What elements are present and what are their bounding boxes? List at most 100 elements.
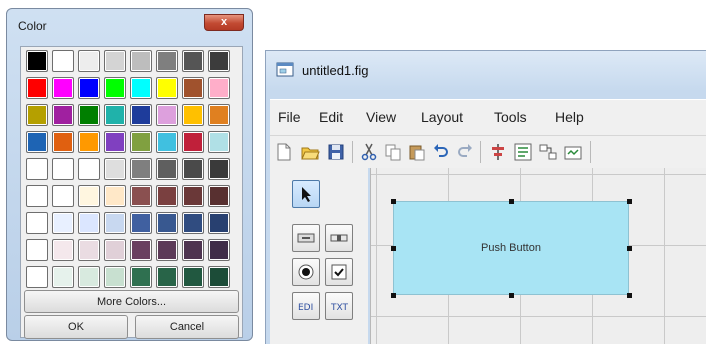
color-swatch[interactable] — [52, 266, 74, 288]
menu-tools[interactable]: Tools — [494, 109, 527, 125]
color-swatch[interactable] — [52, 104, 74, 126]
color-swatch[interactable] — [208, 50, 230, 72]
color-swatch[interactable] — [156, 212, 178, 234]
push-button-tool[interactable] — [292, 224, 320, 252]
copy-icon[interactable] — [383, 142, 403, 162]
menu-help[interactable]: Help — [555, 109, 584, 125]
menu-view[interactable]: View — [366, 109, 396, 125]
color-swatch[interactable] — [208, 239, 230, 261]
color-swatch[interactable] — [130, 185, 152, 207]
color-swatch[interactable] — [208, 185, 230, 207]
color-swatch[interactable] — [26, 212, 48, 234]
color-swatch[interactable] — [52, 50, 74, 72]
resize-handle[interactable] — [627, 246, 632, 251]
color-swatch[interactable] — [182, 212, 204, 234]
color-swatch[interactable] — [26, 104, 48, 126]
slider-tool[interactable] — [325, 224, 353, 252]
color-swatch[interactable] — [104, 158, 126, 180]
color-swatch[interactable] — [208, 212, 230, 234]
color-swatch[interactable] — [208, 266, 230, 288]
color-swatch[interactable] — [182, 185, 204, 207]
radio-button-tool[interactable] — [292, 258, 320, 286]
color-swatch[interactable] — [26, 266, 48, 288]
color-swatch[interactable] — [182, 50, 204, 72]
color-swatch[interactable] — [208, 77, 230, 99]
color-swatch[interactable] — [208, 104, 230, 126]
color-swatch[interactable] — [130, 266, 152, 288]
menu-file[interactable]: File — [278, 109, 301, 125]
color-swatch[interactable] — [104, 77, 126, 99]
color-swatch[interactable] — [26, 77, 48, 99]
resize-handle[interactable] — [509, 293, 514, 298]
color-swatch[interactable] — [104, 104, 126, 126]
color-swatch[interactable] — [156, 131, 178, 153]
color-swatch[interactable] — [78, 50, 100, 72]
color-swatch[interactable] — [104, 185, 126, 207]
color-swatch[interactable] — [26, 50, 48, 72]
color-swatch[interactable] — [78, 185, 100, 207]
color-swatch[interactable] — [104, 266, 126, 288]
color-swatch[interactable] — [78, 212, 100, 234]
window-titlebar[interactable]: untitled1.fig — [266, 51, 706, 85]
color-swatch[interactable] — [52, 239, 74, 261]
color-swatch[interactable] — [156, 50, 178, 72]
align-icon[interactable] — [488, 142, 508, 162]
select-tool-button[interactable] — [292, 180, 320, 208]
tab-order-icon[interactable] — [538, 142, 558, 162]
menu-editor-icon[interactable] — [513, 142, 533, 162]
resize-handle[interactable] — [391, 199, 396, 204]
color-swatch[interactable] — [130, 239, 152, 261]
push-button-component[interactable]: Push Button — [393, 201, 629, 295]
redo-icon[interactable] — [455, 142, 475, 162]
color-swatch[interactable] — [130, 104, 152, 126]
resize-handle[interactable] — [391, 293, 396, 298]
toolbar-editor-icon[interactable] — [563, 142, 583, 162]
open-folder-icon[interactable] — [300, 142, 320, 162]
color-swatch[interactable] — [208, 131, 230, 153]
color-swatch[interactable] — [130, 212, 152, 234]
save-icon[interactable] — [326, 142, 346, 162]
color-swatch[interactable] — [130, 131, 152, 153]
color-swatch[interactable] — [156, 104, 178, 126]
color-swatch[interactable] — [156, 77, 178, 99]
color-swatch[interactable] — [130, 77, 152, 99]
color-swatch[interactable] — [26, 239, 48, 261]
cut-icon[interactable] — [359, 142, 379, 162]
static-text-tool[interactable]: TXT — [325, 292, 353, 320]
color-swatch[interactable] — [182, 104, 204, 126]
color-swatch[interactable] — [52, 131, 74, 153]
new-file-icon[interactable] — [274, 142, 294, 162]
color-swatch[interactable] — [130, 158, 152, 180]
resize-handle[interactable] — [391, 246, 396, 251]
color-swatch[interactable] — [182, 77, 204, 99]
resize-handle[interactable] — [627, 293, 632, 298]
color-swatch[interactable] — [104, 50, 126, 72]
color-swatch[interactable] — [208, 158, 230, 180]
paste-icon[interactable] — [407, 142, 427, 162]
resize-handle[interactable] — [509, 199, 514, 204]
color-swatch[interactable] — [52, 185, 74, 207]
color-swatch[interactable] — [78, 266, 100, 288]
color-swatch[interactable] — [52, 77, 74, 99]
color-swatch[interactable] — [78, 158, 100, 180]
checkbox-tool[interactable] — [325, 258, 353, 286]
color-swatch[interactable] — [182, 239, 204, 261]
color-swatch[interactable] — [104, 131, 126, 153]
color-swatch[interactable] — [156, 158, 178, 180]
ok-button[interactable]: OK — [24, 315, 128, 339]
color-swatch[interactable] — [78, 131, 100, 153]
cancel-button[interactable]: Cancel — [135, 315, 239, 339]
color-swatch[interactable] — [104, 212, 126, 234]
color-swatch[interactable] — [182, 266, 204, 288]
color-swatch[interactable] — [156, 185, 178, 207]
color-swatch[interactable] — [26, 185, 48, 207]
color-swatch[interactable] — [52, 212, 74, 234]
color-swatch[interactable] — [182, 158, 204, 180]
color-swatch[interactable] — [78, 77, 100, 99]
menu-layout[interactable]: Layout — [421, 109, 463, 125]
color-swatch[interactable] — [182, 131, 204, 153]
color-swatch[interactable] — [26, 131, 48, 153]
color-dialog-titlebar[interactable]: Color x — [12, 14, 247, 40]
edit-text-tool[interactable]: EDI — [292, 292, 320, 320]
color-swatch[interactable] — [26, 158, 48, 180]
